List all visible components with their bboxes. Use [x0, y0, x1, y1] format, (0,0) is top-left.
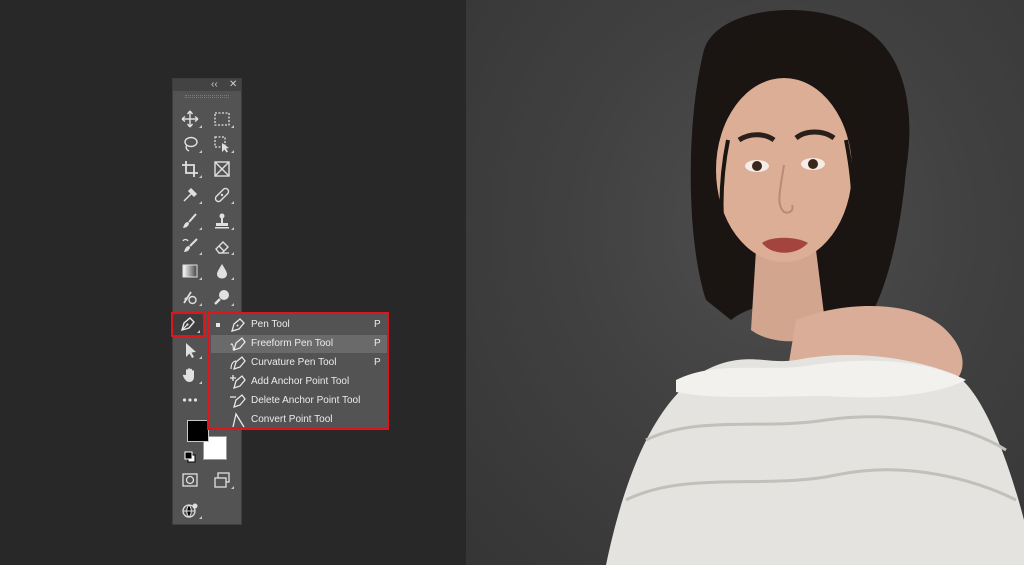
lasso-tool[interactable] — [177, 133, 203, 155]
eraser-tool[interactable] — [209, 235, 235, 257]
history-brush-tool[interactable] — [177, 235, 203, 257]
quick-mask-button[interactable] — [177, 469, 203, 491]
gradient-tool[interactable] — [177, 260, 203, 282]
edit-toolbar[interactable] — [177, 389, 203, 411]
lasso-icon — [184, 136, 198, 152]
burn-tool[interactable] — [209, 286, 235, 308]
crop-icon — [182, 161, 198, 177]
default-colors-icon[interactable] — [184, 450, 196, 463]
bandage-icon — [214, 187, 230, 203]
menu-item-add-anchor-point-tool[interactable]: Add Anchor Point Tool — [211, 373, 387, 391]
history-brush-icon — [182, 238, 198, 252]
hand-icon — [182, 368, 194, 382]
eyedropper-tool[interactable] — [177, 184, 203, 206]
eraser-icon — [215, 241, 229, 254]
more-icon — [182, 398, 198, 402]
brush-tool[interactable] — [177, 210, 203, 232]
panel-header[interactable]: ‹‹ ✕ — [173, 79, 241, 91]
marquee-tool[interactable] — [209, 108, 235, 130]
object-selection-icon — [214, 136, 229, 153]
stamp-icon — [215, 213, 229, 229]
hand-tool[interactable] — [177, 364, 203, 386]
move-icon — [181, 110, 199, 128]
gradient-icon — [182, 264, 198, 278]
add-anchor-icon — [230, 374, 246, 390]
menu-item-convert-point-tool[interactable]: Convert Point Tool — [211, 411, 387, 429]
active-bullet — [216, 323, 220, 327]
path-select-tool[interactable] — [177, 339, 203, 361]
delete-anchor-icon — [230, 393, 246, 409]
quick-mask-icon — [182, 473, 198, 487]
document-canvas-photo[interactable] — [466, 0, 1024, 565]
3d-mode-tool[interactable] — [177, 499, 203, 521]
healing-brush-tool[interactable] — [209, 184, 235, 206]
menu-item-label: Curvature Pen Tool — [251, 357, 337, 368]
menu-item-curvature-pen-tool[interactable]: Curvature Pen Tool P — [211, 354, 387, 372]
globe-icon — [182, 503, 198, 518]
menu-item-label: Convert Point Tool — [251, 414, 333, 425]
frame-tool[interactable] — [209, 158, 235, 180]
arrow-icon — [186, 343, 196, 358]
menu-item-label: Freeform Pen Tool — [251, 338, 334, 349]
pen-tool[interactable] — [175, 313, 201, 335]
panel-grip[interactable] — [185, 95, 229, 98]
menu-item-label: Pen Tool — [251, 319, 290, 330]
menu-item-delete-anchor-point-tool[interactable]: Delete Anchor Point Tool — [211, 392, 387, 410]
drop-icon — [217, 264, 227, 279]
collapse-icon[interactable]: ‹‹ — [211, 79, 218, 91]
dodge-icon — [183, 291, 197, 305]
eyedropper-icon — [183, 187, 198, 202]
screen-mode-icon — [214, 472, 230, 488]
clone-stamp-tool[interactable] — [209, 210, 235, 232]
screen-mode-button[interactable] — [209, 469, 235, 491]
foreground-color-swatch[interactable] — [187, 420, 209, 442]
object-select-tool[interactable] — [209, 133, 235, 155]
move-tool[interactable] — [177, 108, 203, 130]
convert-point-icon — [230, 412, 246, 428]
pen-icon — [180, 317, 195, 332]
menu-item-pen-tool[interactable]: Pen Tool P — [211, 316, 387, 334]
brush-icon — [183, 213, 197, 228]
close-icon[interactable]: ✕ — [229, 79, 237, 91]
freeform-pen-icon — [230, 336, 246, 352]
menu-item-shortcut: P — [374, 338, 381, 349]
curvature-pen-icon — [230, 355, 246, 371]
menu-item-label: Delete Anchor Point Tool — [251, 395, 361, 406]
menu-item-shortcut: P — [374, 357, 381, 368]
pen-tools-flyout: Pen Tool P Freeform Pen Tool P Curvature… — [207, 312, 389, 430]
menu-item-label: Add Anchor Point Tool — [251, 376, 350, 387]
dodge-tool[interactable] — [177, 286, 203, 308]
crop-tool[interactable] — [177, 158, 203, 180]
pen-icon — [230, 317, 246, 333]
rectangular-marquee-icon — [214, 112, 230, 126]
magnifier-icon — [214, 290, 229, 305]
menu-item-shortcut: P — [374, 319, 381, 330]
menu-item-freeform-pen-tool[interactable]: Freeform Pen Tool P — [211, 335, 387, 353]
blur-tool[interactable] — [209, 260, 235, 282]
portrait-image — [606, 10, 1024, 565]
frame-icon — [214, 161, 230, 177]
